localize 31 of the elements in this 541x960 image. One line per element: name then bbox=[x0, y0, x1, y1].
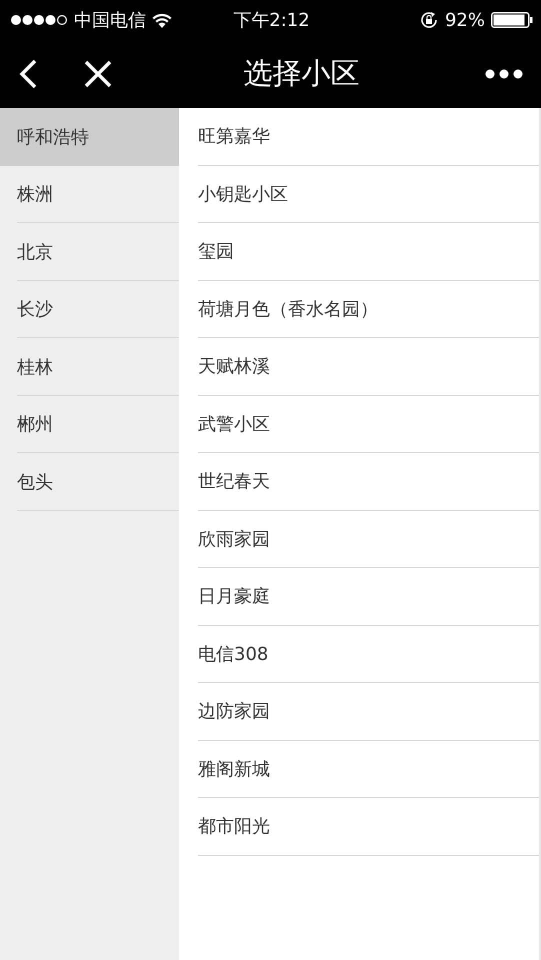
city-item[interactable]: 株洲 bbox=[0, 166, 179, 223]
battery-percent: 92% bbox=[444, 10, 485, 30]
rotation-lock-icon bbox=[418, 10, 439, 30]
community-item[interactable]: 边防家园 bbox=[198, 683, 539, 740]
close-button[interactable] bbox=[84, 60, 112, 88]
community-item[interactable]: 玺园 bbox=[198, 223, 539, 280]
community-item[interactable]: 日月豪庭 bbox=[198, 568, 539, 626]
back-button[interactable] bbox=[18, 59, 38, 89]
status-time: 下午2:12 bbox=[232, 9, 311, 32]
city-item[interactable]: 桂林 bbox=[0, 338, 179, 396]
page-title: 选择小区 bbox=[242, 55, 360, 92]
wifi-icon bbox=[152, 12, 172, 28]
signal-icon bbox=[10, 14, 68, 26]
more-button[interactable] bbox=[485, 69, 523, 79]
city-item[interactable]: 郴州 bbox=[0, 396, 179, 453]
community-item[interactable]: 雅阁新城 bbox=[198, 740, 539, 798]
city-item[interactable]: 北京 bbox=[0, 223, 179, 280]
community-item[interactable]: 旺第嘉华 bbox=[198, 108, 539, 166]
community-item[interactable]: 欣雨家园 bbox=[198, 510, 539, 568]
city-item[interactable]: 长沙 bbox=[0, 280, 179, 338]
community-item[interactable]: 天赋林溪 bbox=[198, 338, 539, 396]
carrier-name: 中国电信 bbox=[74, 9, 146, 32]
community-item[interactable]: 电信308 bbox=[198, 626, 539, 683]
city-item[interactable]: 包头 bbox=[0, 453, 179, 510]
community-item[interactable]: 武警小区 bbox=[198, 396, 539, 453]
battery-icon bbox=[490, 12, 533, 28]
city-item[interactable]: 呼和浩特 bbox=[0, 108, 179, 166]
community-item[interactable]: 世纪春天 bbox=[198, 453, 539, 510]
community-item[interactable]: 荷塘月色（香水名园） bbox=[198, 280, 539, 338]
community-item[interactable]: 小钥匙小区 bbox=[198, 166, 539, 223]
community-item[interactable]: 都市阳光 bbox=[198, 798, 539, 856]
